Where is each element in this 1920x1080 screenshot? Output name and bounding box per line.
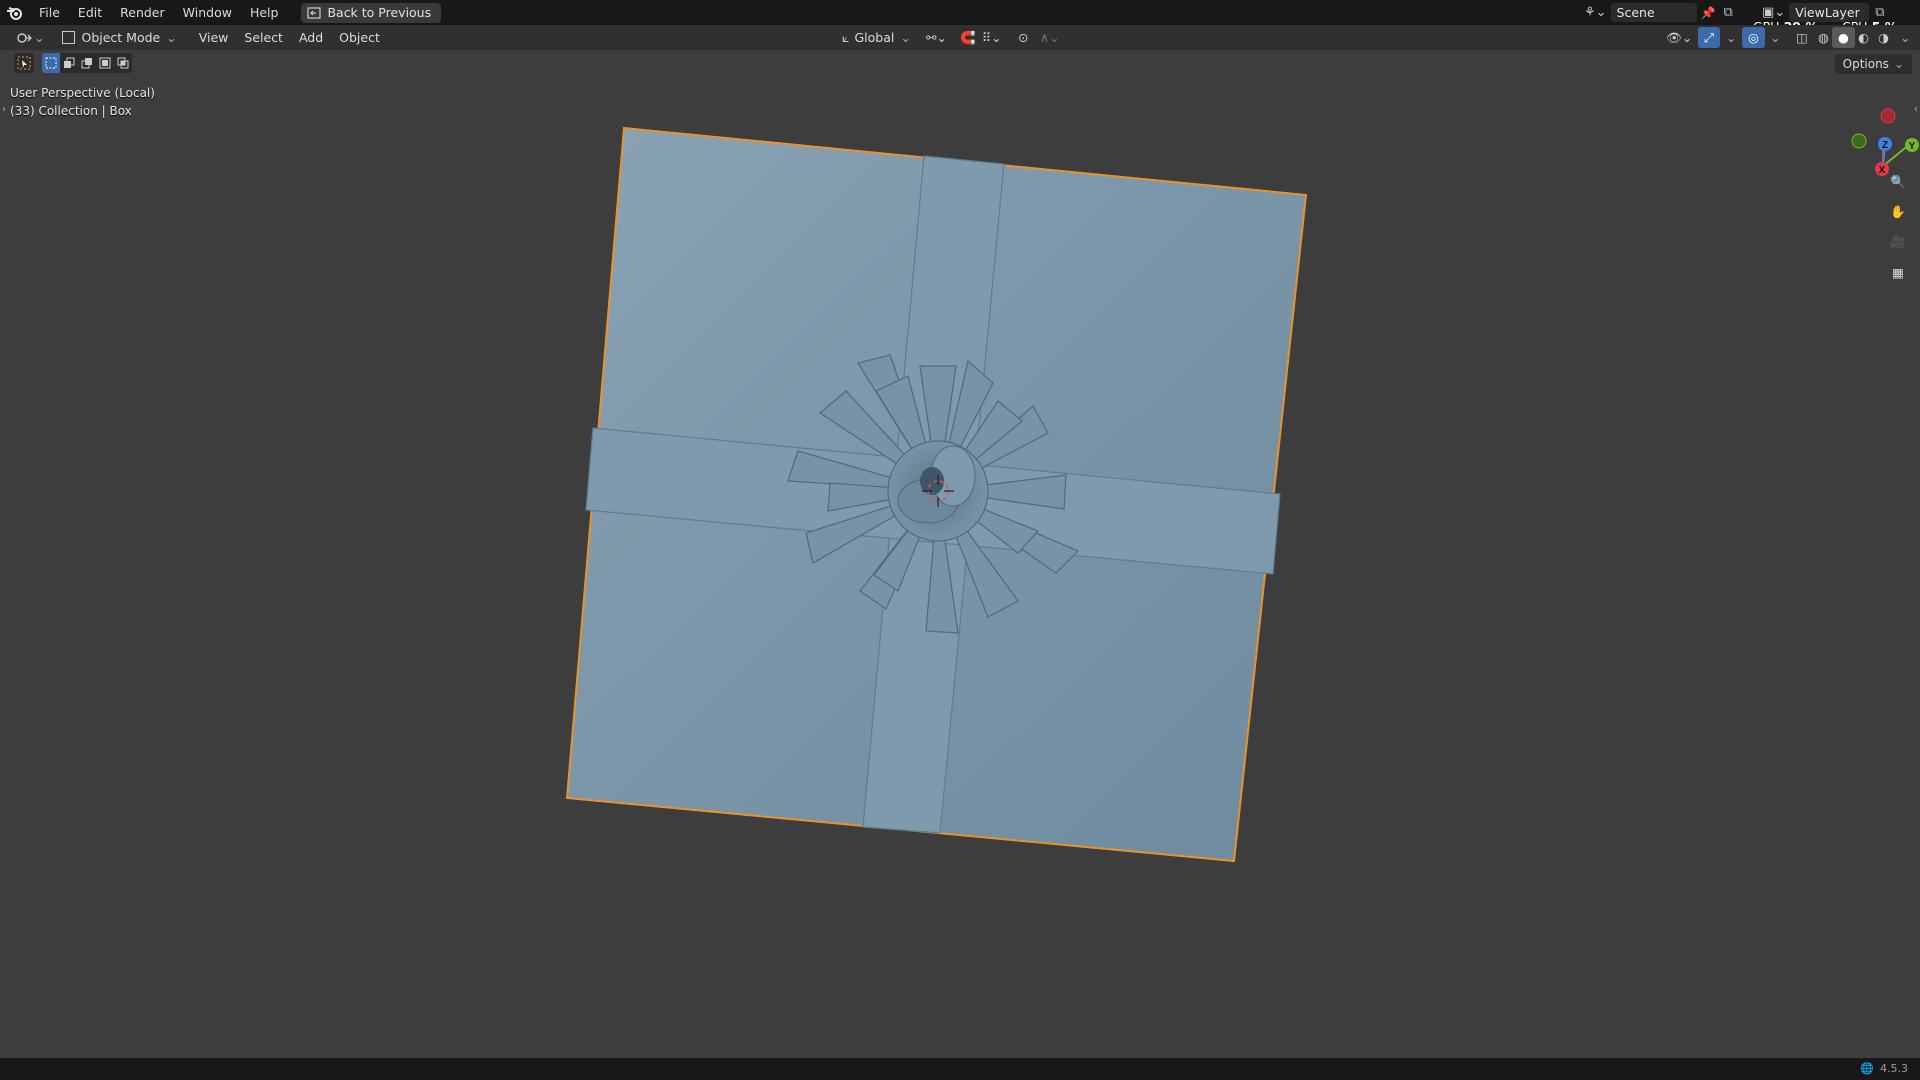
neg-y-axis-icon[interactable]	[1851, 133, 1867, 149]
gizmo-dropdown-icon[interactable]: ⌄	[1720, 27, 1742, 48]
gizmo-toggle-icon[interactable]: ⤢	[1698, 27, 1721, 48]
new-view-layer-icon[interactable]: ⧉	[1875, 5, 1884, 20]
visibility-icon[interactable]: 👁⌄	[1660, 27, 1698, 48]
proportional-edit-icon[interactable]: ⊙	[1012, 27, 1034, 48]
blender-logo-icon[interactable]	[0, 0, 30, 25]
menu-object[interactable]: Object	[333, 27, 386, 48]
mode-label: Object Mode	[81, 30, 161, 45]
object-mode-icon	[62, 31, 76, 44]
chevron-down-icon: ⌄	[900, 30, 911, 45]
view-layer-icon: ▣⌄	[1762, 5, 1786, 20]
viewport-header: ⌄ Object Mode ⌄ View Select Add Object ⟀…	[0, 25, 1920, 50]
gift-box-object[interactable]	[0, 50, 1920, 1058]
snap-target-button[interactable]: ⠿⌄	[976, 27, 1008, 48]
back-to-previous-label: Back to Previous	[327, 5, 432, 20]
menu-edit[interactable]: Edit	[69, 0, 111, 25]
network-icon: 🌐	[1860, 1062, 1874, 1075]
pivot-point-button[interactable]: ⚯⌄	[920, 27, 953, 48]
scene-name-field[interactable]: Scene	[1610, 3, 1697, 22]
menu-render[interactable]: Render	[111, 0, 174, 25]
menu-view[interactable]: View	[193, 27, 235, 48]
camera-view-icon[interactable]: 🎥	[1886, 230, 1910, 254]
transform-orientation-dropdown[interactable]: ⟀ Global ⌄	[836, 27, 917, 48]
chevron-down-icon: ⌄	[166, 30, 177, 45]
editor-type-button[interactable]: ⌄	[10, 27, 50, 48]
overlays-dropdown-icon[interactable]: ⌄	[1764, 27, 1786, 48]
xray-toggle-icon[interactable]: ◫	[1790, 27, 1814, 48]
status-bar: 🌐 4.5.3	[0, 1058, 1920, 1080]
back-icon	[307, 6, 322, 19]
rendered-shading-icon[interactable]: ◑	[1872, 27, 1895, 48]
x-axis-label: X	[1879, 165, 1886, 176]
mode-dropdown[interactable]: Object Mode ⌄	[56, 27, 182, 48]
version-label: 4.5.3	[1880, 1062, 1908, 1075]
view-layer-name: ViewLayer	[1795, 5, 1860, 20]
menu-select[interactable]: Select	[238, 27, 289, 48]
y-axis-label: Y	[1909, 141, 1916, 152]
neg-x-axis-icon[interactable]	[1880, 108, 1896, 124]
z-axis-label: Z	[1882, 140, 1888, 151]
scene-icon: ⚘⌄	[1584, 5, 1607, 20]
zoom-icon[interactable]: 🔍	[1886, 170, 1910, 194]
falloff-icon[interactable]: ∧⌄	[1034, 27, 1066, 48]
editor-type-icon	[17, 32, 32, 43]
3d-viewport[interactable]: Options ⌄ User Perspective (Local) (33) …	[0, 50, 1920, 1058]
shading-dropdown-icon[interactable]: ⌄	[1894, 27, 1916, 48]
back-to-previous-button[interactable]: Back to Previous	[301, 2, 442, 23]
menu-add[interactable]: Add	[293, 27, 329, 48]
perspective-toggle-icon[interactable]: ▦	[1886, 260, 1910, 284]
navigation-gizmo[interactable]: Z Y X	[1830, 86, 1920, 186]
top-menu-bar: File Edit Render Window Help Back to Pre…	[0, 0, 1920, 25]
menu-file[interactable]: File	[30, 0, 69, 25]
scene-selector[interactable]: ⚘⌄ Scene 📌 ⧉	[1584, 3, 1733, 22]
transform-orientation-label: Global	[854, 30, 895, 45]
menu-window[interactable]: Window	[174, 0, 241, 25]
orientation-icon: ⟀	[842, 29, 850, 45]
overlays-toggle-icon[interactable]: ◎	[1742, 27, 1765, 48]
scene-name: Scene	[1616, 5, 1655, 20]
pin-icon[interactable]: 📌	[1701, 6, 1716, 20]
new-scene-icon[interactable]: ⧉	[1724, 5, 1733, 20]
sidebar-toggle-icon[interactable]: ‹	[1914, 102, 1918, 115]
pan-hand-icon[interactable]: ✋	[1886, 200, 1910, 224]
menu-help[interactable]: Help	[241, 0, 288, 25]
